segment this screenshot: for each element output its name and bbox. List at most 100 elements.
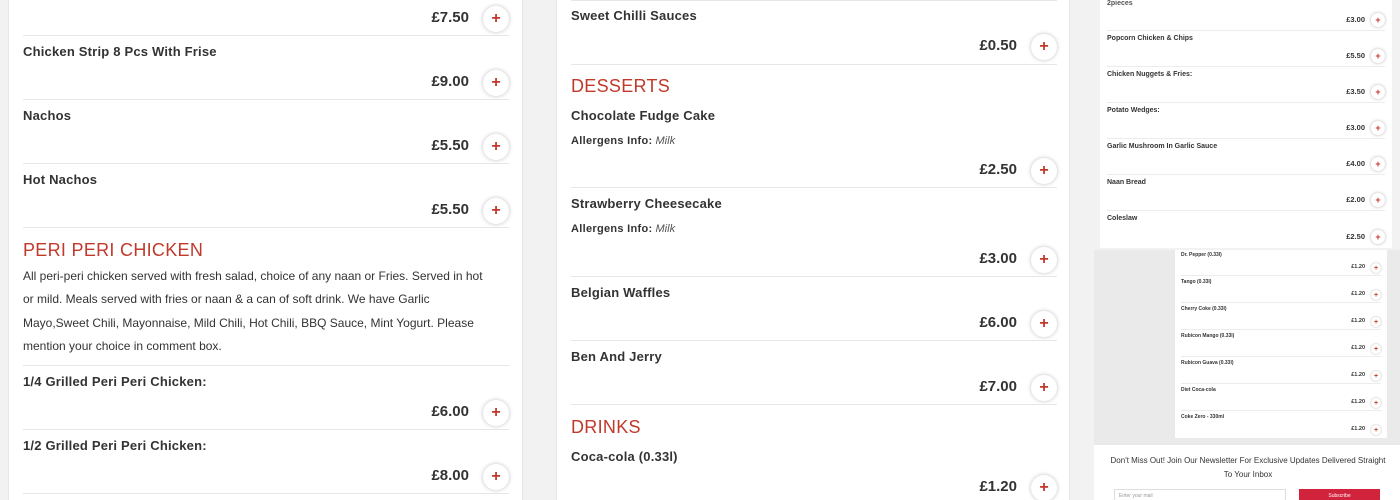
plus-icon: + (1373, 372, 1379, 380)
allergen-value: Milk (655, 135, 676, 147)
plus-icon: + (1373, 399, 1379, 407)
add-to-cart-button[interactable]: + (1371, 230, 1385, 244)
item-name: Sweet Chilli Sauces (571, 8, 697, 23)
newsletter-email-input[interactable]: Enter your mail (1114, 489, 1286, 500)
plus-icon: + (491, 404, 501, 421)
allergens-label: Allergens Info: (571, 135, 653, 147)
menu-column-right: 2pieces £3.00 + Popcorn Chicken & Chips … (1100, 0, 1392, 248)
item-price: £3.50 (1346, 87, 1365, 96)
divider (23, 99, 509, 100)
item-name: Coleslaw (1107, 215, 1138, 222)
item-name: Cherry Coke (0.33l) (1181, 306, 1227, 312)
add-to-cart-button[interactable]: + (1031, 247, 1057, 273)
add-to-cart-button[interactable]: + (1371, 344, 1381, 354)
add-to-cart-button[interactable]: + (1031, 34, 1057, 60)
item-price: £1.20 (1351, 399, 1365, 405)
add-to-cart-button[interactable]: + (1371, 290, 1381, 300)
plus-icon: + (1375, 194, 1381, 205)
plus-icon: + (1373, 345, 1379, 353)
item-price: £4.00 (1346, 159, 1365, 168)
add-to-cart-button[interactable]: + (1371, 49, 1385, 63)
item-price: £5.50 (431, 201, 469, 218)
plus-icon: + (1039, 251, 1049, 268)
newsletter-section: Don't Miss Out! Join Our Newsletter For … (1094, 445, 1400, 500)
item-name: Chicken Nuggets & Fries: (1107, 71, 1193, 78)
allergens-label: Allergens Info: (571, 223, 653, 235)
plus-icon: + (1373, 291, 1379, 299)
item-price: £2.00 (1346, 195, 1365, 204)
add-to-cart-button[interactable]: + (1371, 317, 1381, 327)
add-to-cart-button[interactable]: + (483, 198, 509, 224)
item-name: Tango (0.33l) (1181, 279, 1212, 285)
item-price: £1.20 (1351, 291, 1365, 297)
divider (1181, 410, 1381, 411)
add-to-cart-button[interactable]: + (1371, 425, 1381, 435)
category-title: PERI PERI CHICKEN (23, 240, 204, 260)
item-name: 1/4 Grilled Peri Peri Chicken: (23, 374, 207, 389)
divider (1107, 30, 1385, 31)
item-name: Chocolate Fudge Cake (571, 108, 716, 123)
add-to-cart-button[interactable]: + (1371, 85, 1385, 99)
item-name: Nachos (23, 108, 72, 123)
add-to-cart-button[interactable]: + (1371, 371, 1381, 381)
item-price: £6.00 (979, 314, 1017, 331)
item-name: Dr. Pepper (0.33l) (1181, 252, 1222, 258)
item-name: Rubicon Mango (0.33l) (1181, 333, 1235, 339)
item-note: 2pieces (1107, 0, 1133, 7)
add-to-cart-button[interactable]: + (1371, 263, 1381, 273)
add-to-cart-button[interactable]: + (483, 134, 509, 160)
subscribe-button[interactable]: Subscribe (1299, 489, 1380, 500)
item-name: Potato Wedges: (1107, 107, 1160, 114)
item-price: £2.50 (1346, 232, 1365, 241)
plus-icon: + (1373, 318, 1379, 326)
item-price: £7.50 (431, 9, 469, 26)
divider (23, 35, 509, 36)
item-price: £1.20 (1351, 372, 1365, 378)
allergens-info: Allergens Info: Milk (571, 135, 675, 147)
add-to-cart-button[interactable]: + (1031, 475, 1057, 500)
divider (1107, 174, 1385, 175)
plus-icon: + (1373, 426, 1379, 434)
add-to-cart-button[interactable]: + (1031, 375, 1057, 401)
add-to-cart-button[interactable]: + (483, 464, 509, 490)
add-to-cart-button[interactable]: + (1371, 157, 1385, 171)
divider (23, 429, 509, 430)
divider (23, 227, 509, 228)
item-price: £3.00 (1346, 15, 1365, 24)
add-to-cart-button[interactable]: + (483, 6, 509, 32)
item-price: £1.20 (1351, 426, 1365, 432)
item-price: £1.20 (1351, 345, 1365, 351)
item-price: £8.00 (431, 467, 469, 484)
add-to-cart-button[interactable]: + (483, 70, 509, 96)
plus-icon: + (491, 138, 501, 155)
add-to-cart-button[interactable]: + (1371, 13, 1385, 27)
divider (23, 163, 509, 164)
divider (571, 276, 1057, 277)
item-price: £7.00 (979, 378, 1017, 395)
divider (23, 365, 509, 366)
plus-icon: + (491, 202, 501, 219)
divider (571, 340, 1057, 341)
item-price: £3.00 (1346, 123, 1365, 132)
divider (1181, 302, 1381, 303)
item-name: 1/2 Grilled Peri Peri Chicken: (23, 438, 207, 453)
item-price: £1.20 (1351, 318, 1365, 324)
add-to-cart-button[interactable]: + (1031, 311, 1057, 337)
plus-icon: + (1375, 50, 1381, 61)
item-name: Coca-cola (0.33l) (571, 449, 678, 464)
item-name: Belgian Waffles (571, 285, 671, 300)
add-to-cart-button[interactable]: + (1371, 121, 1385, 135)
add-to-cart-button[interactable]: + (483, 400, 509, 426)
add-to-cart-button[interactable]: + (1371, 193, 1385, 207)
category-title-drinks: DRINKS (571, 417, 641, 437)
add-to-cart-button[interactable]: + (1031, 158, 1057, 184)
plus-icon: + (491, 74, 501, 91)
divider (1181, 383, 1381, 384)
add-to-cart-button[interactable]: + (1371, 398, 1381, 408)
item-price: £1.20 (1351, 264, 1365, 270)
plus-icon: + (1039, 38, 1049, 55)
item-price: £2.50 (979, 161, 1017, 178)
plus-icon: + (1375, 231, 1381, 242)
item-price: £5.50 (1346, 51, 1365, 60)
item-name: Ben And Jerry (571, 349, 662, 364)
